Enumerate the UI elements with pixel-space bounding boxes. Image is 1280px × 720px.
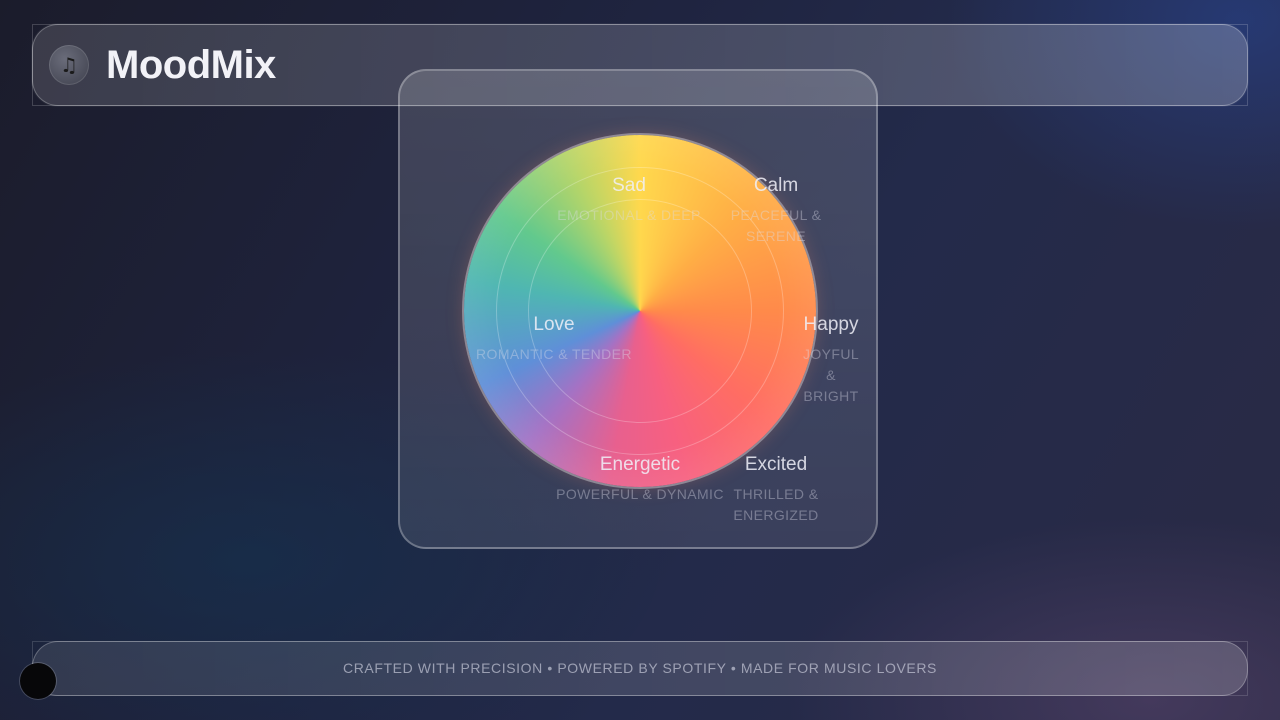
app-title: MoodMix <box>106 43 276 87</box>
mood-name: Energetic <box>599 454 681 475</box>
mood-name: Sad <box>612 175 646 196</box>
mood-name: Happy <box>803 314 859 335</box>
mood-description: THRILLED & ENERGIZED <box>733 486 819 523</box>
mood-name: Love <box>533 314 575 335</box>
mood-description: PEACEFUL & SERENE <box>730 207 822 244</box>
app-footer: CRAFTED WITH PRECISION • POWERED BY SPOT… <box>32 641 1248 696</box>
mood-option-love[interactable]: Love ROMANTIC & TENDER <box>469 314 639 365</box>
floating-action-button[interactable] <box>20 663 56 699</box>
mood-name: Calm <box>753 175 799 196</box>
mood-option-happy[interactable]: Happy JOYFUL & BRIGHT <box>799 314 863 407</box>
mood-description: ROMANTIC & TENDER <box>476 346 632 362</box>
mood-name: Excited <box>744 454 808 475</box>
mood-option-excited[interactable]: Excited THRILLED & ENERGIZED <box>728 454 824 526</box>
mood-option-calm[interactable]: Calm PEACEFUL & SERENE <box>726 175 826 247</box>
mood-description: POWERFUL & DYNAMIC <box>556 486 724 502</box>
mood-description: EMOTIONAL & DEEP <box>557 207 701 223</box>
mood-wheel-inner-ring <box>528 199 752 423</box>
mood-option-energetic[interactable]: Energetic POWERFUL & DYNAMIC <box>550 454 730 505</box>
music-note-icon[interactable]: ♫ <box>49 45 89 85</box>
mood-description: JOYFUL & BRIGHT <box>802 346 860 404</box>
footer-text: CRAFTED WITH PRECISION • POWERED BY SPOT… <box>343 660 937 676</box>
mood-option-sad[interactable]: Sad EMOTIONAL & DEEP <box>549 175 709 226</box>
